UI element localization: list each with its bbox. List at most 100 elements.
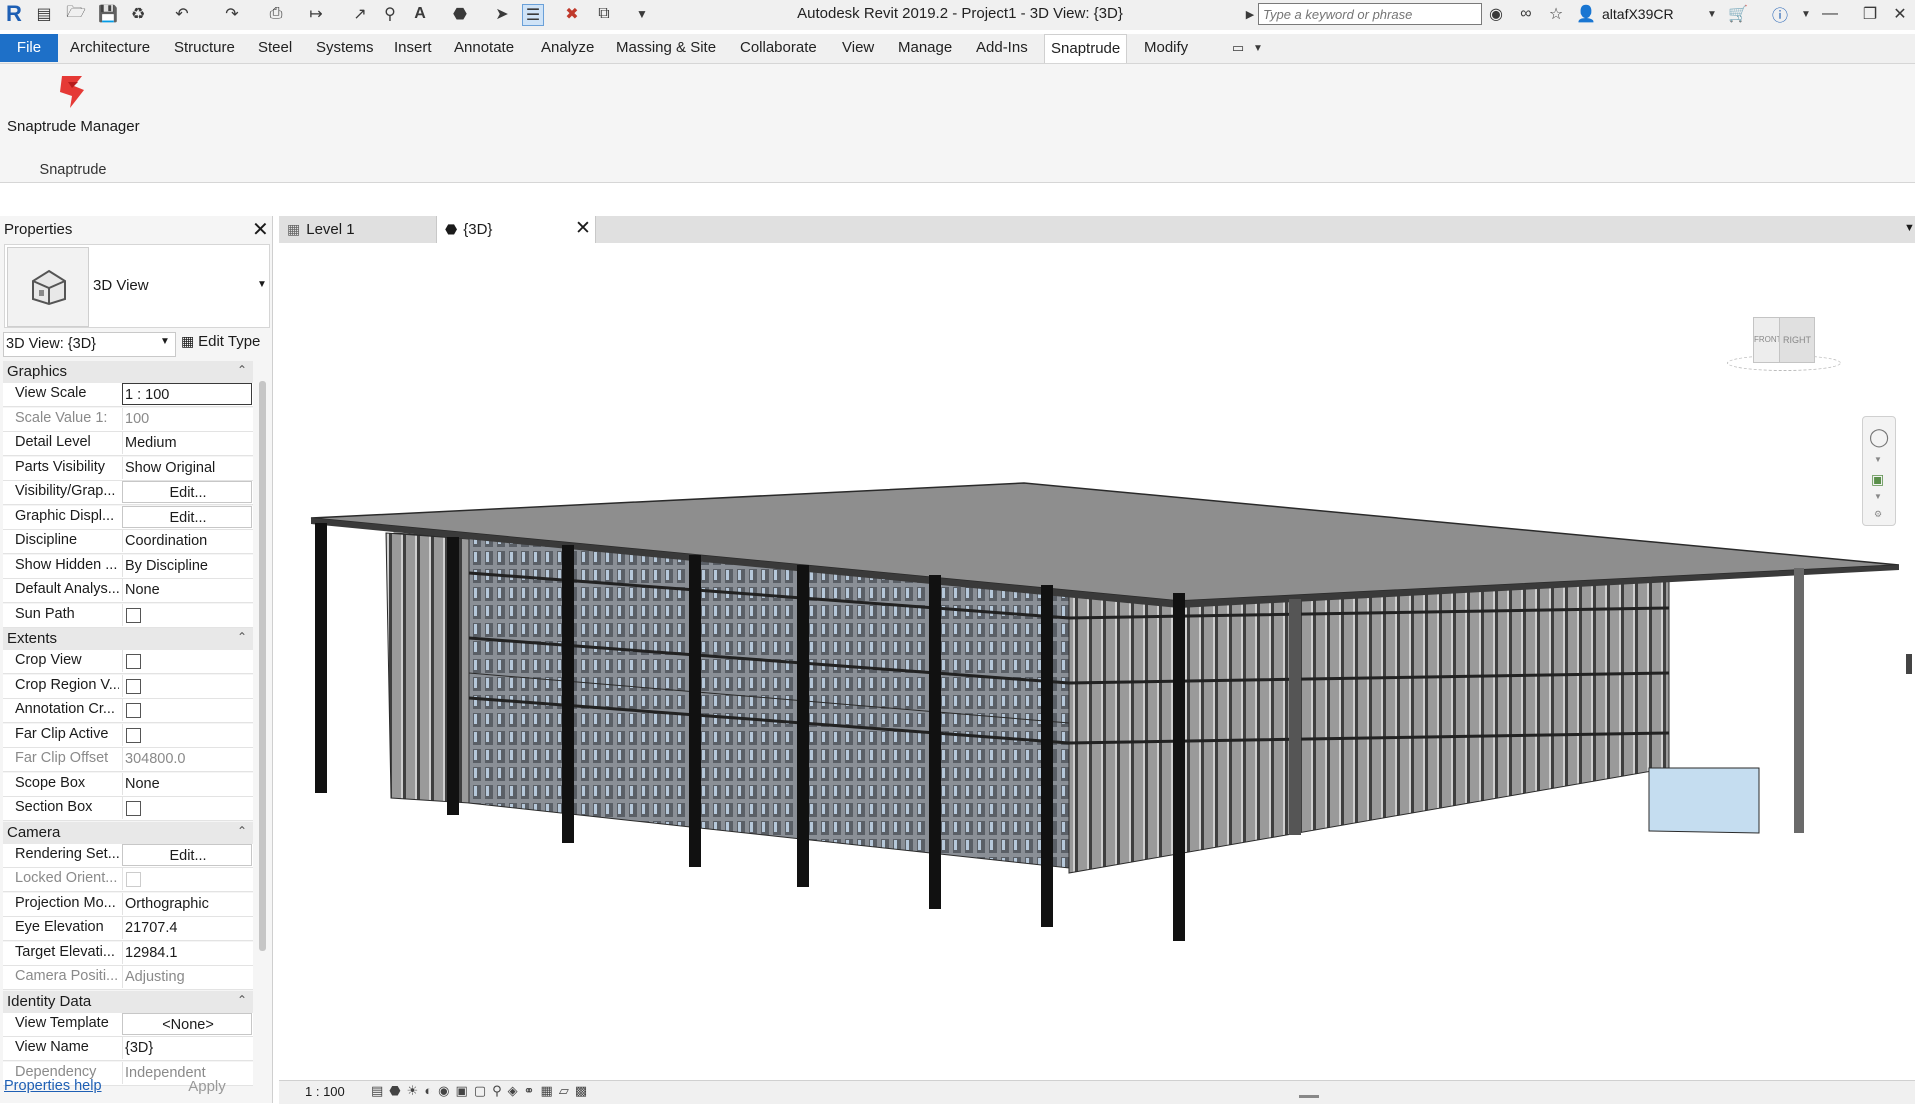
section-icon[interactable]: ➤ (492, 4, 512, 24)
section-identity-data[interactable]: Identity Data ⌃ (3, 990, 253, 1014)
default-3d-view-icon[interactable]: ⬣ (450, 4, 470, 24)
tab-massing-site[interactable]: Massing & Site (610, 34, 722, 62)
section-graphics[interactable]: Graphics ⌃ (3, 361, 253, 384)
property-value[interactable]: Coordination (122, 530, 252, 552)
switch-windows-icon[interactable]: ⧉ (594, 4, 614, 24)
checkbox[interactable] (126, 607, 141, 623)
tag-icon[interactable]: ⚲ (380, 4, 400, 24)
reveal-hidden-icon[interactable]: ⚭ (524, 1083, 541, 1098)
zoom-chevron-icon[interactable]: ▼ (1874, 492, 1882, 501)
ribbon-options-chevron-icon[interactable]: ▼ (1248, 38, 1268, 58)
3d-view-canvas[interactable]: FRONT RIGHT ◯ ▼ ▣ ▼ ⚙ (279, 243, 1899, 1081)
view-scale[interactable]: 1 : 100 (305, 1084, 345, 1099)
tab-snaptrude[interactable]: Snaptrude (1044, 34, 1128, 63)
edit-type-button[interactable]: ▦ Edit Type (181, 333, 260, 355)
analytical-model-icon[interactable]: ▱ (559, 1083, 575, 1098)
shadows-icon[interactable]: ◐ (424, 1083, 438, 1098)
save-icon[interactable]: 💾 (98, 4, 118, 24)
binoculars-icon[interactable]: ◉ (1486, 4, 1506, 24)
redo-icon[interactable]: ↷ (222, 4, 242, 24)
tab-3d-close-icon[interactable]: ✕ (575, 215, 591, 242)
thin-lines-icon[interactable]: ☰ (522, 4, 544, 26)
search-input[interactable] (1258, 3, 1482, 25)
properties-scrollbar[interactable] (259, 381, 266, 951)
properties-close-icon[interactable]: ✕ (252, 217, 269, 242)
apply-button[interactable]: Apply (162, 1076, 252, 1098)
viewcube-front-face[interactable]: FRONT (1753, 317, 1782, 363)
section-extents[interactable]: Extents ⌃ (3, 628, 253, 651)
collapse-icon[interactable]: ⌃ (237, 363, 247, 377)
rendering-icon[interactable]: ◉ (438, 1083, 455, 1098)
print-icon[interactable]: ⎙ (266, 4, 286, 24)
tab-view[interactable]: View (836, 34, 880, 62)
property-value[interactable]: Medium (122, 432, 252, 454)
viewcube[interactable]: FRONT RIGHT (1727, 313, 1841, 383)
user-menu-chevron-icon[interactable]: ▼ (1702, 4, 1722, 24)
property-value[interactable]: Orthographic (122, 892, 252, 915)
worksharing-icon[interactable]: ▦ (541, 1083, 559, 1098)
tab-manage[interactable]: Manage (892, 34, 958, 62)
visual-style-icon[interactable]: ⬣ (389, 1083, 406, 1098)
text-icon[interactable]: A (410, 4, 430, 24)
checkbox[interactable] (126, 801, 141, 816)
help-icon[interactable]: ⓘ (1770, 4, 1790, 25)
open-icon[interactable]: ▤ (34, 4, 54, 24)
nav-bar-options-icon[interactable]: ⚙ (1874, 509, 1882, 520)
sync-icon[interactable]: ♻ (128, 4, 148, 24)
steering-wheel-icon[interactable]: ◯ (1869, 427, 1889, 448)
search-expand-icon[interactable]: ▶ (1240, 4, 1260, 24)
property-value[interactable]: 12984.1 (122, 941, 252, 964)
subscription-icon[interactable]: ∞ (1516, 4, 1536, 24)
property-value[interactable]: 21707.4 (122, 917, 252, 939)
steering-wheel-chevron-icon[interactable]: ▼ (1874, 455, 1882, 464)
checkbox[interactable] (126, 678, 141, 694)
horizontal-scroll-handle[interactable] (1299, 1095, 1319, 1098)
measure-icon[interactable]: ↦ (306, 4, 326, 24)
open-folder-icon[interactable]: 🗁 (66, 4, 86, 24)
properties-help-link[interactable]: Properties help (4, 1078, 102, 1094)
edit-button[interactable]: Edit... (122, 505, 252, 528)
tab-architecture[interactable]: Architecture (64, 34, 156, 62)
property-value[interactable]: {3D} (122, 1037, 252, 1059)
lock-3d-view-icon[interactable]: ⚲ (492, 1083, 508, 1098)
tab-modify[interactable]: Modify (1138, 34, 1194, 62)
collapse-icon[interactable]: ⌃ (237, 630, 247, 644)
collapse-icon[interactable]: ⌃ (237, 824, 247, 838)
section-camera[interactable]: Camera ⌃ (3, 821, 253, 845)
collapse-icon[interactable]: ⌃ (237, 993, 247, 1007)
zoom-region-icon[interactable]: ▣ (1871, 471, 1884, 488)
help-menu-chevron-icon[interactable]: ▼ (1796, 4, 1816, 24)
view-tab-overflow-icon[interactable]: ▼ (1904, 222, 1915, 234)
close-window-icon[interactable]: ✕ (1890, 4, 1910, 24)
show-crop-icon[interactable]: ▢ (474, 1083, 492, 1098)
tab-add-ins[interactable]: Add-Ins (970, 34, 1034, 62)
property-value[interactable]: None (122, 579, 252, 601)
user-name[interactable]: altafX39CR (1602, 6, 1674, 22)
tab-level-1[interactable]: ▦ Level 1 (283, 216, 433, 243)
restore-icon[interactable]: ❐ (1860, 4, 1880, 24)
type-dropdown-chevron-icon[interactable]: ▼ (257, 279, 267, 290)
cart-icon[interactable]: 🛒 (1728, 4, 1748, 24)
tab-analyze[interactable]: Analyze (535, 34, 600, 62)
tab-structure[interactable]: Structure (168, 34, 241, 62)
property-value[interactable]: 1 : 100 (122, 383, 252, 405)
tab-collaborate[interactable]: Collaborate (734, 34, 823, 62)
canvas-scroll-handle[interactable] (1906, 654, 1912, 674)
minimize-icon[interactable]: — (1820, 4, 1840, 24)
property-value[interactable]: Show Original (122, 456, 252, 479)
tab-steel[interactable]: Steel (252, 34, 298, 62)
undo-icon[interactable]: ↶ (172, 4, 192, 24)
highlight-displacement-icon[interactable]: ▩ (575, 1083, 593, 1098)
edit-button[interactable]: <None> (122, 1012, 252, 1035)
instance-selector[interactable]: 3D View: {3D} ▼ (3, 332, 176, 357)
snaptrude-manager-button[interactable]: Snaptrude Manager (4, 66, 144, 146)
sun-path-icon[interactable]: ☀ (407, 1083, 425, 1098)
tab-3d[interactable]: ⬣ {3D} ✕ (436, 216, 596, 243)
property-value[interactable]: None (122, 772, 252, 795)
tab-systems[interactable]: Systems (310, 34, 380, 62)
close-hidden-windows-icon[interactable]: ✖ (562, 4, 582, 24)
checkbox[interactable] (126, 654, 141, 669)
revit-logo-icon[interactable]: R (4, 1, 24, 26)
viewcube-right-face[interactable]: RIGHT (1779, 317, 1815, 363)
favorites-star-icon[interactable]: ☆ (1546, 4, 1566, 24)
